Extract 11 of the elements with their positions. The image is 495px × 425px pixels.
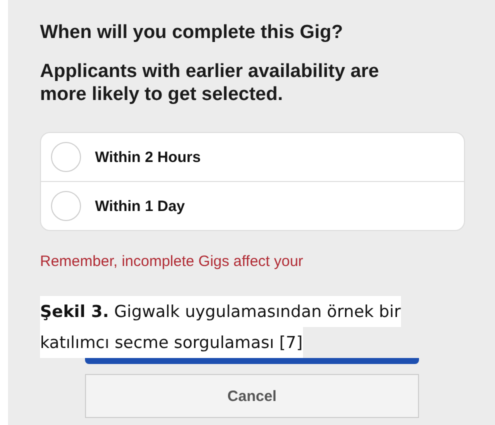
hint-text: Applicants with earlier availability are more likely to get selected. [40,60,380,106]
option-row[interactable]: Within 2 Hours [41,133,464,181]
primary-button[interactable] [85,358,419,364]
radio-button[interactable] [51,191,81,221]
warning-text: Remember, incomplete Gigs affect your [40,253,304,270]
cancel-button[interactable]: Cancel [85,374,419,418]
radio-button[interactable] [51,142,81,172]
option-label: Within 1 Day [95,198,185,214]
question-title: When will you complete this Gig? [40,22,344,44]
option-label: Within 2 Hours [95,148,201,166]
option-row[interactable]: Within 1 Day [41,181,464,230]
